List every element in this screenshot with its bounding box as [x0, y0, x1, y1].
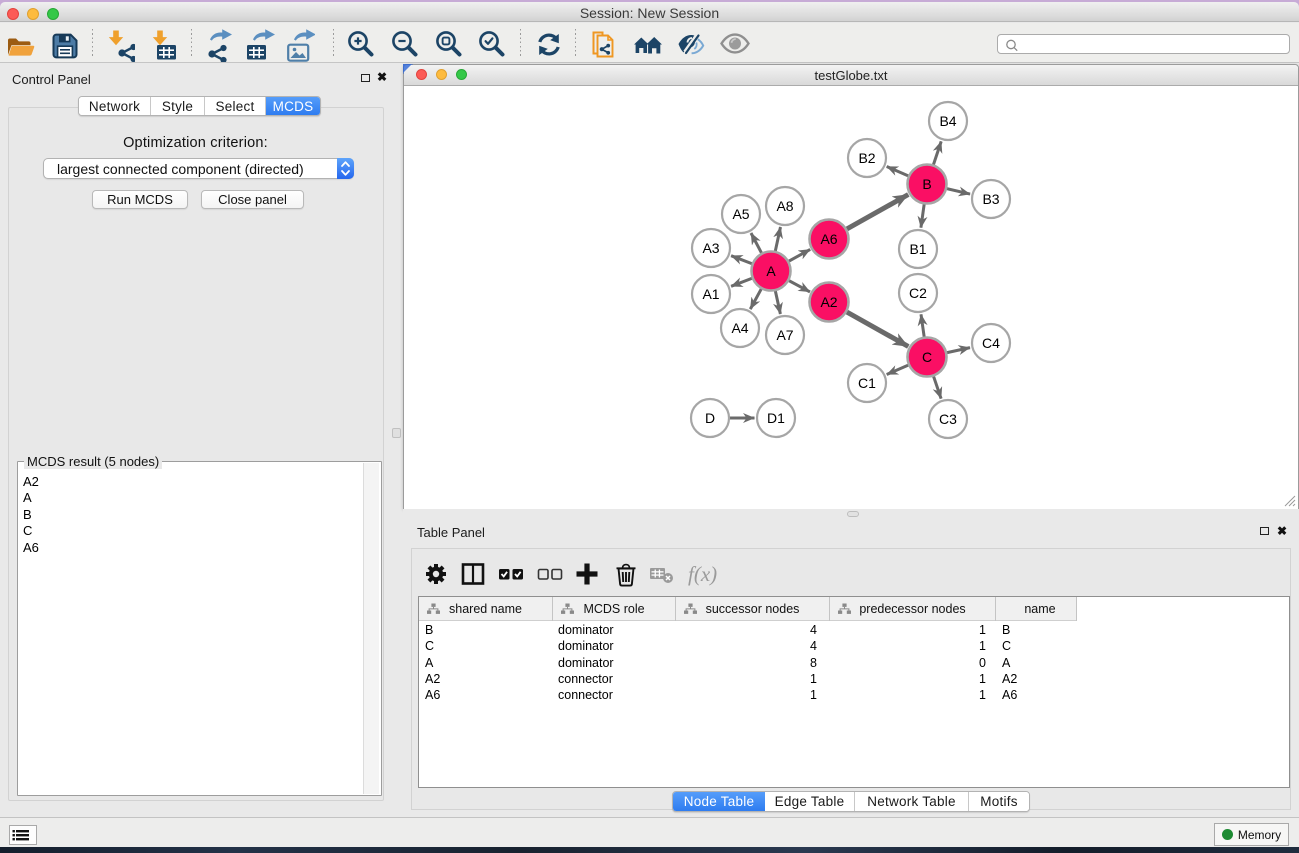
svg-text:A: A [766, 263, 776, 279]
svg-text:A4: A4 [731, 320, 748, 336]
svg-text:B1: B1 [909, 241, 926, 257]
svg-text:D: D [705, 410, 715, 426]
svg-text:A8: A8 [776, 198, 793, 214]
svg-text:C2: C2 [909, 285, 927, 301]
svg-text:C: C [922, 349, 932, 365]
svg-text:A3: A3 [702, 240, 719, 256]
svg-text:f(x): f(x) [688, 562, 717, 586]
svg-text:A5: A5 [732, 206, 749, 222]
svg-text:D1: D1 [767, 410, 785, 426]
svg-text:C3: C3 [939, 411, 957, 427]
svg-text:C4: C4 [982, 335, 1000, 351]
svg-text:B2: B2 [858, 150, 875, 166]
svg-text:A7: A7 [776, 327, 793, 343]
svg-text:A1: A1 [702, 286, 719, 302]
svg-text:A6: A6 [820, 231, 837, 247]
svg-text:C1: C1 [858, 375, 876, 391]
svg-text:A2: A2 [820, 294, 837, 310]
svg-text:B3: B3 [982, 191, 999, 207]
svg-text:B4: B4 [939, 113, 956, 129]
svg-text:B: B [922, 176, 931, 192]
